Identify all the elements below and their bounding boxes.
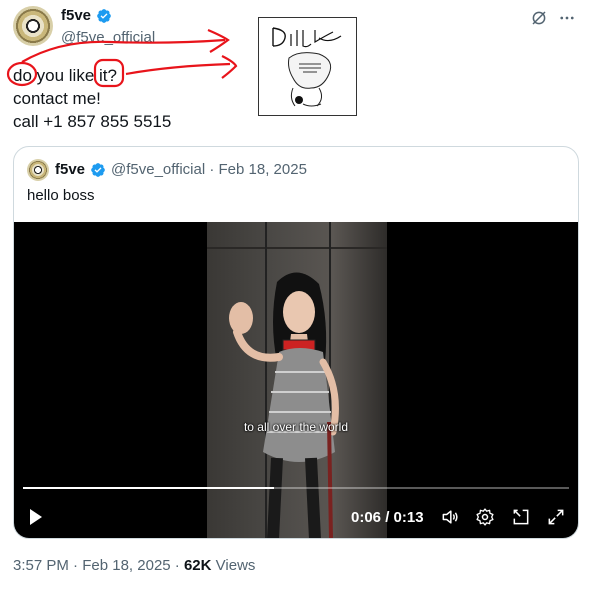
quoted-text: hello boss (27, 187, 95, 204)
video-progress-fill (23, 487, 275, 489)
tweet-line: call +1 857 855 5515 (13, 112, 172, 131)
quoted-tweet-card[interactable]: f5ve @f5ve_official · Feb 18, 2025 hello… (13, 146, 579, 539)
pip-icon[interactable] (511, 505, 531, 529)
verified-badge-icon (91, 163, 105, 177)
footer-separator: · (174, 557, 180, 574)
volume-icon[interactable] (440, 505, 460, 529)
author-display-name[interactable]: f5ve (61, 7, 91, 24)
settings-icon[interactable] (475, 505, 495, 529)
video-player[interactable]: to all over the world 0:06 / 0:13 (14, 222, 578, 538)
tweet-footer: 3:57 PM · Feb 18, 2025 · 62K Views (13, 557, 255, 574)
views-label: Views (215, 557, 256, 574)
play-icon[interactable] (28, 505, 44, 529)
tweet-text: do you like it? contact me! call +1 857 … (13, 64, 171, 133)
quoted-author-avatar[interactable] (27, 159, 49, 181)
tweet-line: contact me! (13, 89, 101, 108)
views-count: 62K (183, 557, 212, 574)
grok-icon[interactable] (529, 8, 549, 28)
meta-separator: · (209, 161, 215, 178)
tweet-line: do you like it? (13, 66, 117, 85)
quoted-meta: @f5ve_official · Feb 18, 2025 (111, 161, 307, 178)
video-caption: to all over the world (243, 420, 349, 434)
quoted-author-name[interactable]: f5ve (55, 161, 85, 178)
attached-sketch-image[interactable] (258, 17, 357, 116)
quoted-date[interactable]: Feb 18, 2025 (219, 161, 307, 178)
footer-separator: · (73, 557, 79, 574)
author-avatar[interactable] (13, 6, 53, 46)
video-frame (207, 222, 387, 538)
post-time[interactable]: 3:57 PM (13, 557, 69, 574)
video-progress-bar[interactable] (23, 487, 569, 489)
verified-badge-icon (97, 9, 111, 23)
author-handle[interactable]: @f5ve_official (61, 29, 155, 46)
post-date[interactable]: Feb 18, 2025 (82, 557, 170, 574)
video-time-display: 0:06 / 0:13 (351, 508, 424, 526)
video-time: 0:06 / 0:13 (351, 505, 424, 529)
more-icon[interactable] (557, 8, 577, 28)
fullscreen-icon[interactable] (546, 505, 566, 529)
quoted-handle[interactable]: @f5ve_official (111, 161, 205, 178)
